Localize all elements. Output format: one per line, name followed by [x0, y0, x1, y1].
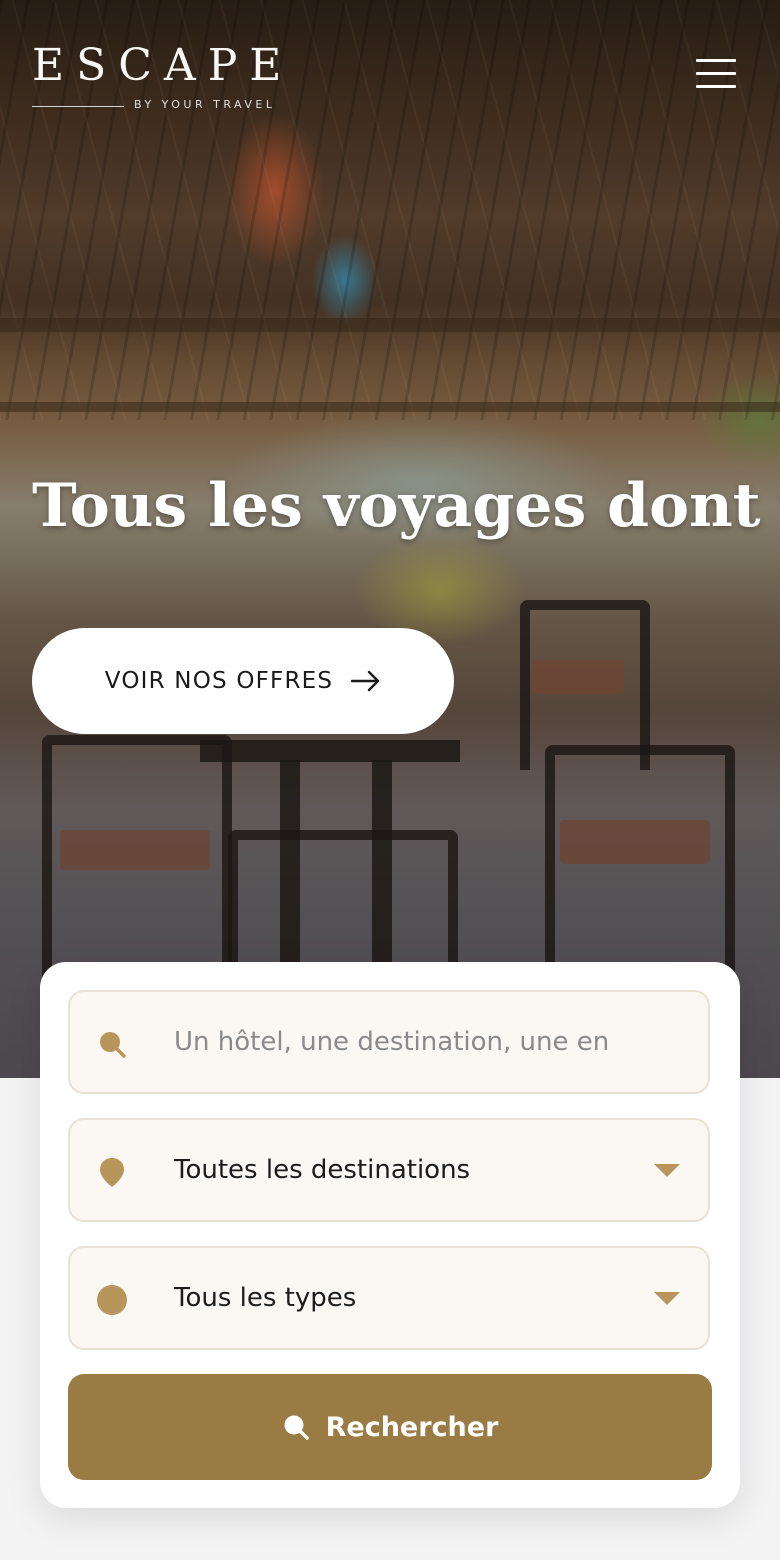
- type-select[interactable]: Tous les types: [68, 1246, 710, 1350]
- logo-subtitle: BY YOUR TRAVEL: [134, 98, 276, 111]
- chevron-down-icon: [654, 1164, 680, 1177]
- brand-logo[interactable]: ESCAPE BY YOUR TRAVEL: [32, 40, 294, 114]
- circle-icon: [97, 1285, 127, 1315]
- menu-line: [696, 59, 736, 62]
- menu-line: [696, 72, 736, 75]
- arrow-right-icon: [351, 670, 380, 692]
- search-icon: [284, 1415, 309, 1440]
- chevron-down-icon: [654, 1292, 680, 1305]
- hero-headline: Tous les voyages dont vou: [32, 471, 780, 541]
- logo-divider: [32, 106, 124, 107]
- search-input[interactable]: Un hôtel, une destination, une en: [68, 990, 710, 1094]
- location-pin-icon: [100, 1158, 124, 1187]
- type-select-value: Tous les types: [174, 1283, 357, 1313]
- search-card: Un hôtel, une destination, une en Toutes…: [40, 962, 740, 1508]
- search-input-placeholder: Un hôtel, une destination, une en: [174, 1027, 610, 1057]
- logo-title: ESCAPE: [32, 40, 294, 91]
- menu-line: [696, 85, 736, 88]
- view-offers-label: VOIR NOS OFFRES: [104, 668, 334, 694]
- logo-subtitle-row: BY YOUR TRAVEL: [32, 98, 294, 114]
- search-icon: [100, 1032, 126, 1058]
- destination-select-value: Toutes les destinations: [174, 1155, 471, 1185]
- hamburger-menu-icon[interactable]: [696, 58, 736, 90]
- destination-select[interactable]: Toutes les destinations: [68, 1118, 710, 1222]
- search-submit-label: Rechercher: [325, 1411, 499, 1443]
- view-offers-button[interactable]: VOIR NOS OFFRES: [32, 628, 454, 734]
- search-submit-button[interactable]: Rechercher: [68, 1374, 712, 1480]
